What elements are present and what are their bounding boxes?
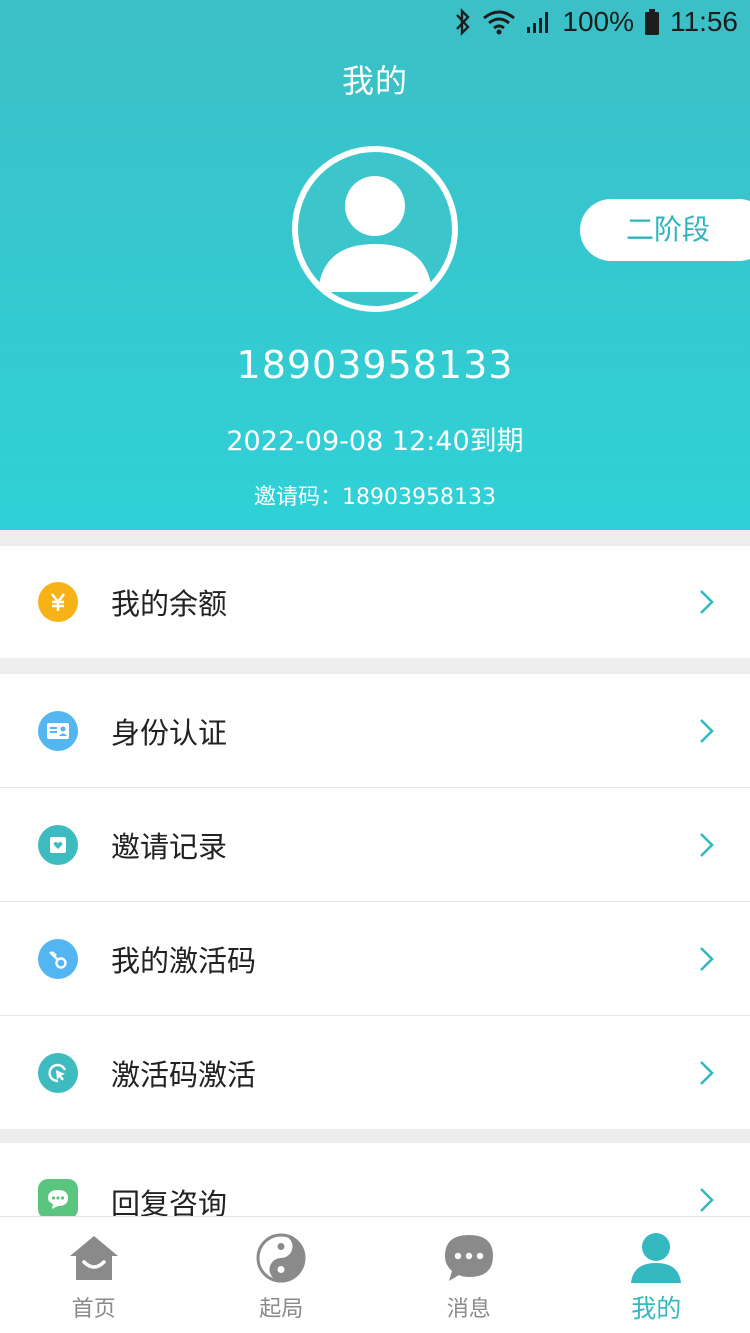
tab-label-mine: 我的 xyxy=(631,1294,682,1323)
key-icon xyxy=(38,938,78,979)
tab-messages[interactable]: 消息 xyxy=(375,1217,563,1333)
user-icon xyxy=(629,1231,683,1285)
menu-label-reply-consult: 回复咨询 xyxy=(111,1187,228,1216)
menu-item-activate-code[interactable]: 激活码激活 xyxy=(0,1016,750,1129)
home-icon xyxy=(67,1231,121,1285)
menu-item-identity[interactable]: 身份认证 xyxy=(0,674,750,788)
menu-label-balance: 我的余额 xyxy=(111,587,228,621)
profile-header: 100% 11:56 我的 二阶段 18903958133 2022-09-08… xyxy=(0,0,750,530)
tab-qiju[interactable]: 起局 xyxy=(188,1217,376,1333)
menu-group-balance: 我的余额 xyxy=(0,546,750,658)
tab-label-qiju: 起局 xyxy=(259,1297,304,1322)
stage-badge[interactable]: 二阶段 xyxy=(580,199,750,261)
signal-icon xyxy=(526,10,552,34)
status-icons: 100% 11:56 xyxy=(454,6,738,38)
tab-home[interactable]: 首页 xyxy=(0,1217,188,1333)
cursor-click-icon xyxy=(38,1052,78,1093)
gift-bag-icon xyxy=(38,824,78,865)
bottom-tab-bar: 首页 起局 消息 我的 xyxy=(0,1216,750,1333)
yin-yang-icon xyxy=(254,1231,308,1285)
expire-date: 2022-09-08 12:40到期 xyxy=(226,426,524,457)
avatar[interactable] xyxy=(292,146,458,312)
chevron-right-icon xyxy=(700,590,714,614)
user-phone: 18903958133 xyxy=(236,343,514,387)
id-card-icon xyxy=(38,710,78,751)
bluetooth-icon xyxy=(454,8,472,36)
wifi-icon xyxy=(482,9,516,35)
yuan-icon xyxy=(38,582,78,622)
menu-item-balance[interactable]: 我的余额 xyxy=(0,546,750,658)
chevron-right-icon xyxy=(700,1188,714,1212)
menu-item-reply-consult[interactable]: 回复咨询 xyxy=(0,1143,750,1216)
chevron-right-icon xyxy=(700,1060,714,1085)
menu-label-identity: 身份认证 xyxy=(111,715,228,750)
tab-mine[interactable]: 我的 xyxy=(563,1217,750,1333)
menu-label-my-activation-codes: 我的激活码 xyxy=(111,943,257,978)
chevron-right-icon xyxy=(700,832,714,857)
clock: 11:56 xyxy=(670,6,738,37)
status-bar: 100% 11:56 xyxy=(0,0,750,50)
menu-label-invite-records: 邀请记录 xyxy=(111,829,228,864)
battery-icon xyxy=(644,8,660,36)
chat-bubble-icon xyxy=(38,1179,78,1216)
page-title: 我的 xyxy=(341,62,408,100)
menu-group-reply: 回复咨询 xyxy=(0,1143,750,1216)
battery-percent: 100% xyxy=(562,6,634,37)
tab-label-home: 首页 xyxy=(71,1297,116,1322)
message-bubble-icon xyxy=(442,1231,496,1285)
menu-group-main: 身份认证 邀请记录 我的激活码 激活码激活 xyxy=(0,674,750,1129)
menu-item-invite-records[interactable]: 邀请记录 xyxy=(0,788,750,902)
tab-label-messages: 消息 xyxy=(446,1297,491,1322)
menu-item-my-activation-codes[interactable]: 我的激活码 xyxy=(0,902,750,1016)
invite-code: 邀请码：18903958133 xyxy=(254,485,496,510)
menu-label-activate-code: 激活码激活 xyxy=(111,1057,257,1092)
chevron-right-icon xyxy=(700,946,714,971)
user-avatar-icon xyxy=(318,176,432,292)
chevron-right-icon xyxy=(700,718,714,743)
